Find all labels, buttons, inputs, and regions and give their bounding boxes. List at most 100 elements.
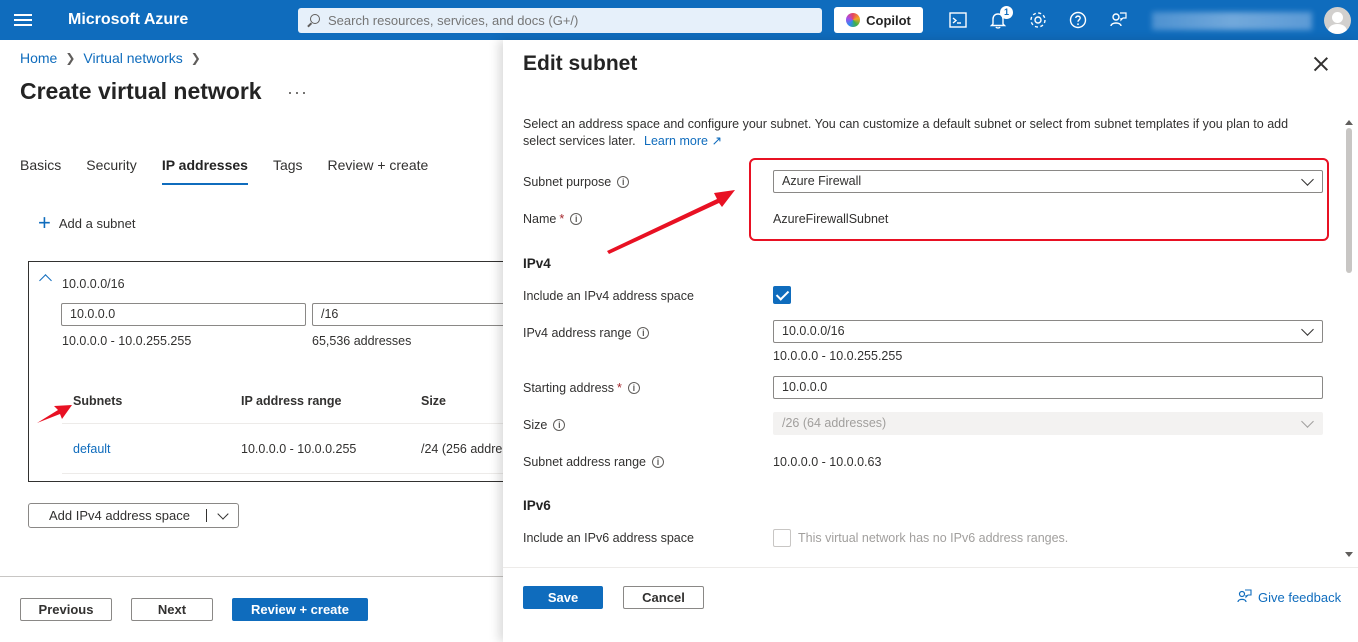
feedback-icon[interactable]: [1108, 10, 1128, 30]
address-space-title: 10.0.0.0/16: [62, 277, 125, 291]
tab-ip-addresses[interactable]: IP addresses: [161, 157, 248, 185]
info-icon[interactable]: i: [570, 213, 583, 225]
copilot-icon: [846, 13, 861, 27]
ipv4-range-value: 10.0.0.0/16: [782, 324, 845, 338]
learn-more-label: Learn more: [644, 134, 708, 148]
scroll-up-icon[interactable]: [1345, 120, 1353, 125]
subnet-purpose-text: Subnet purpose: [523, 175, 612, 189]
learn-more-link[interactable]: Learn more ↗: [644, 134, 722, 148]
chevron-down-icon[interactable]: [217, 508, 229, 520]
search-box[interactable]: [298, 8, 822, 33]
ipv4-range-dropdown[interactable]: 10.0.0.0/16: [773, 320, 1323, 343]
add-ipv4-address-space-button[interactable]: Add IPv4 address space: [28, 503, 239, 528]
close-icon[interactable]: [1313, 56, 1329, 72]
address-range-text: 10.0.0.0 - 10.0.255.255: [62, 334, 192, 348]
info-icon[interactable]: i: [617, 176, 630, 188]
starting-address-label-text: Starting address: [523, 381, 615, 395]
annotation-highlight-box: [749, 158, 1329, 241]
copilot-label: Copilot: [866, 12, 911, 28]
notification-badge: 1: [1000, 6, 1013, 19]
breadcrumb-virtual-networks[interactable]: Virtual networks: [83, 50, 182, 66]
subnet-link-default[interactable]: default: [73, 442, 111, 456]
copilot-button[interactable]: Copilot: [834, 7, 923, 33]
name-label-text: Name: [523, 212, 557, 226]
address-space-card: 10.0.0.0/16 10.0.0.0 /16 10.0.0.0 - 10.0…: [28, 261, 519, 482]
subnet-purpose-label: Subnet purpose i: [523, 175, 630, 189]
column-header-subnets: Subnets: [73, 394, 123, 408]
more-options-icon[interactable]: ···: [287, 82, 308, 103]
search-icon: [306, 13, 320, 28]
tab-security[interactable]: Security: [86, 157, 137, 185]
required-marker: *: [559, 212, 565, 226]
avatar[interactable]: [1324, 7, 1351, 34]
ipv4-heading: IPv4: [523, 256, 551, 271]
search-input[interactable]: [328, 13, 808, 28]
description-text: Select an address space and configure yo…: [523, 117, 1289, 148]
include-ipv4-checkbox[interactable]: [773, 286, 791, 304]
chevron-right-icon: ❯: [65, 51, 76, 65]
chevron-right-icon: ❯: [190, 51, 201, 65]
info-icon[interactable]: i: [627, 382, 640, 394]
page-title: Create virtual network: [20, 78, 262, 104]
starting-address-input[interactable]: 10.0.0.0: [773, 376, 1323, 399]
ipv6-heading: IPv6: [523, 498, 551, 513]
previous-button[interactable]: Previous: [20, 598, 112, 621]
footer-divider: [0, 576, 503, 577]
add-subnet-button[interactable]: + Add a subnet: [38, 212, 135, 234]
table-divider: [62, 423, 519, 424]
help-icon[interactable]: [1068, 10, 1088, 30]
scroll-down-icon[interactable]: [1345, 552, 1353, 557]
ipv4-range-text: 10.0.0.0 - 10.0.255.255: [773, 349, 903, 363]
include-ipv6-label: Include an IPv6 address space: [523, 531, 694, 545]
subnet-range-value: 10.0.0.0 - 10.0.0.63: [773, 455, 882, 469]
address-count-text: 65,536 addresses: [312, 334, 412, 348]
brand-title[interactable]: Microsoft Azure: [68, 11, 188, 29]
review-create-button[interactable]: Review + create: [232, 598, 368, 621]
menu-icon[interactable]: [14, 11, 32, 29]
give-feedback-label: Give feedback: [1258, 589, 1342, 605]
top-bar: Microsoft Azure Copilot 1: [0, 0, 1358, 40]
column-header-ip-range: IP address range: [241, 394, 342, 408]
give-feedback-link[interactable]: Give feedback: [1236, 589, 1341, 605]
panel-title: Edit subnet: [523, 52, 638, 75]
name-label: Name * i: [523, 212, 583, 226]
cancel-button[interactable]: Cancel: [623, 586, 704, 609]
info-icon[interactable]: i: [652, 456, 665, 468]
table-divider: [62, 473, 519, 474]
panel-footer-divider: [503, 567, 1358, 568]
include-ipv4-label: Include an IPv4 address space: [523, 289, 694, 303]
breadcrumb-home[interactable]: Home: [20, 50, 57, 66]
next-button[interactable]: Next: [131, 598, 213, 621]
starting-address-label: Starting address * i: [523, 381, 640, 395]
info-icon[interactable]: i: [637, 327, 650, 339]
tab-review-create[interactable]: Review + create: [328, 157, 429, 185]
panel-description: Select an address space and configure yo…: [523, 116, 1323, 150]
size-label-text: Size: [523, 418, 548, 432]
subnet-range-label: Subnet address range i: [523, 455, 665, 469]
size-dropdown: /26 (64 addresses): [773, 412, 1323, 435]
save-button[interactable]: Save: [523, 586, 603, 609]
panel-scrollbar[interactable]: [1343, 120, 1355, 565]
tab-tags[interactable]: Tags: [273, 157, 303, 185]
column-header-size: Size: [421, 394, 447, 408]
breadcrumb: Home ❯ Virtual networks ❯: [20, 50, 209, 66]
settings-icon[interactable]: [1028, 10, 1048, 30]
address-input[interactable]: 10.0.0.0: [61, 303, 306, 326]
ipv4-range-label-text: IPv4 address range: [523, 326, 632, 340]
account-info-blurred[interactable]: [1152, 12, 1312, 30]
external-link-icon: ↗: [711, 134, 722, 148]
include-ipv6-checkbox: [773, 529, 791, 547]
cloud-shell-icon[interactable]: [948, 10, 968, 30]
subnet-range-label-text: Subnet address range: [523, 455, 647, 469]
tab-basics[interactable]: Basics: [20, 157, 61, 185]
add-ipv4-label: Add IPv4 address space: [49, 508, 190, 523]
tab-list: Basics Security IP addresses Tags Review…: [20, 157, 453, 185]
chevron-down-icon: [1301, 323, 1314, 336]
prefix-input[interactable]: /16: [312, 303, 517, 326]
chevron-down-icon: [1301, 415, 1314, 428]
chevron-up-icon[interactable]: [39, 274, 52, 287]
size-label: Size i: [523, 418, 566, 432]
scroll-thumb[interactable]: [1346, 128, 1352, 273]
split-divider: [206, 509, 207, 522]
info-icon[interactable]: i: [553, 419, 566, 431]
